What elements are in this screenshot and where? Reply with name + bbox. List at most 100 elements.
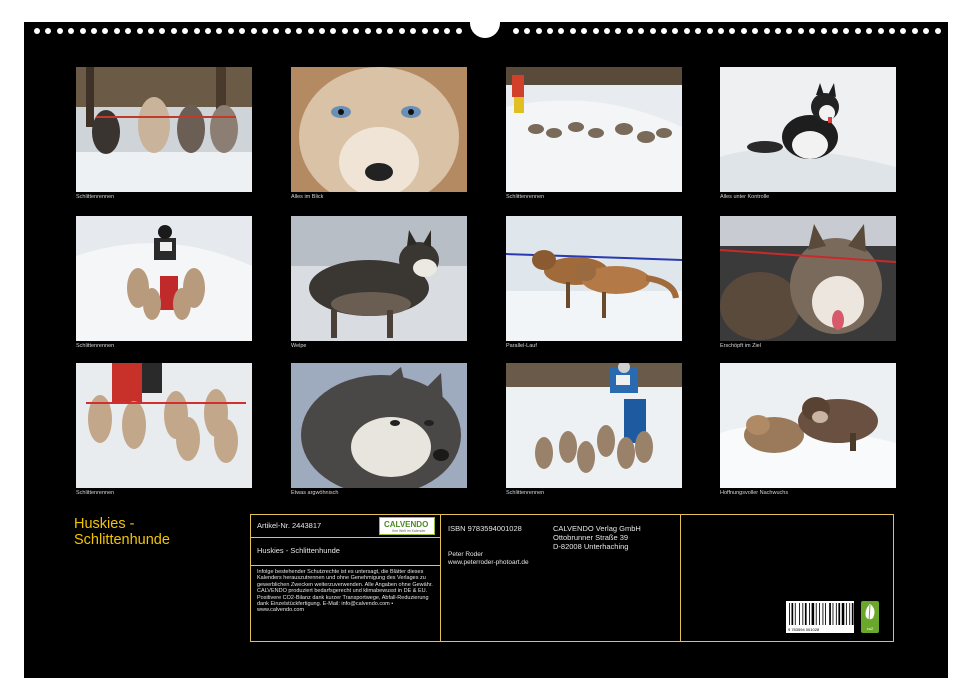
photo-3 bbox=[506, 67, 682, 192]
binding-hole bbox=[843, 28, 850, 34]
barcode-bar bbox=[849, 603, 851, 625]
binding-hole bbox=[535, 28, 542, 34]
photo-caption: Alles unter Kontrolle bbox=[720, 194, 770, 200]
photo-caption: Schlittenrennen bbox=[76, 343, 115, 349]
binding-hole bbox=[170, 28, 177, 34]
barcode-bar bbox=[811, 603, 815, 625]
binding-hole bbox=[227, 28, 234, 34]
calendar-title: Huskies - Schlittenhunde bbox=[74, 516, 170, 548]
photo-11 bbox=[506, 363, 682, 488]
binding-hole bbox=[683, 28, 690, 34]
barcode-number: 9 783594 001028 bbox=[788, 627, 820, 632]
publisher-city: D-82008 Unterhaching bbox=[553, 542, 629, 551]
photo-1 bbox=[76, 67, 252, 192]
barcode-bar bbox=[799, 603, 800, 625]
binding-hole bbox=[56, 28, 63, 34]
binding-hole bbox=[262, 28, 268, 34]
divider bbox=[680, 515, 681, 641]
binding-hole bbox=[672, 28, 679, 34]
binding-hole bbox=[695, 28, 702, 34]
binding-hole bbox=[319, 28, 325, 34]
barcode-bar bbox=[809, 603, 810, 625]
binding-hole bbox=[911, 28, 918, 34]
barcode-bar bbox=[838, 603, 841, 625]
binding-hole bbox=[786, 28, 793, 34]
barcode-bar bbox=[794, 603, 796, 625]
calvendo-logo: CALVENDO Ihre Welt im Kalender bbox=[379, 517, 435, 535]
binding-hole bbox=[649, 28, 656, 34]
binding-hole bbox=[889, 28, 895, 34]
photo-caption: Welpe bbox=[291, 343, 307, 349]
logo-wordmark: CALVENDO bbox=[384, 520, 429, 529]
photo-caption: Hoffnungsvoller Nachwuchs bbox=[720, 490, 789, 496]
binding-hole bbox=[387, 28, 394, 34]
author-website: www.peterroder-photoart.de bbox=[448, 559, 529, 566]
binding-hole bbox=[376, 28, 382, 34]
binding-hole bbox=[638, 28, 645, 34]
binding-hole bbox=[79, 28, 86, 34]
binding-hole bbox=[626, 28, 633, 34]
binding-hole bbox=[136, 28, 143, 34]
barcode-bar bbox=[835, 603, 837, 625]
publisher-street: Ottobrunner Straße 39 bbox=[553, 533, 629, 542]
binding-hole bbox=[455, 28, 462, 34]
binding-hole bbox=[284, 28, 291, 34]
photo-2 bbox=[291, 67, 467, 192]
binding-hole bbox=[296, 28, 303, 34]
binding-hole bbox=[250, 28, 257, 34]
binding-hole bbox=[604, 28, 610, 34]
photo-4 bbox=[720, 67, 896, 192]
barcode-bar bbox=[789, 603, 790, 625]
binding-hole bbox=[592, 28, 599, 34]
article-number: Artikel-Nr. 2443817 bbox=[257, 521, 322, 530]
binding-hole bbox=[444, 28, 451, 34]
photo-caption: Etwas argwöhnisch bbox=[291, 490, 339, 496]
photo-7 bbox=[506, 216, 682, 341]
binding-hole bbox=[341, 28, 348, 34]
photo-caption: Schlittenrennen bbox=[76, 490, 115, 496]
publisher-name: CALVENDO Verlag GmbH bbox=[553, 524, 641, 533]
binding-hole bbox=[866, 28, 873, 34]
binding-hole bbox=[820, 28, 827, 34]
binding-hole bbox=[934, 28, 941, 34]
binding-hole bbox=[809, 28, 816, 34]
divider bbox=[251, 537, 440, 538]
calendar-back-page: Schlittenrennen Alles im Blick Schlitten… bbox=[24, 16, 948, 678]
photo-caption: Schlittenrennen bbox=[506, 194, 545, 200]
binding-hole bbox=[923, 28, 930, 34]
photo-6 bbox=[291, 216, 467, 341]
binding-hole bbox=[193, 28, 200, 34]
author-name: Peter Roder bbox=[448, 551, 484, 558]
binding-hole bbox=[569, 28, 576, 34]
barcode: 9 783594 001028 bbox=[786, 601, 854, 633]
photo-caption: Schlittenrennen bbox=[76, 194, 115, 200]
barcode-bar bbox=[819, 603, 820, 625]
binding-hole bbox=[718, 28, 724, 34]
binding-hole bbox=[615, 28, 622, 34]
imprint-box: Artikel-Nr. 2443817 CALVENDO Ihre Welt i… bbox=[250, 514, 894, 642]
binding-hole bbox=[125, 28, 132, 34]
barcode-bar bbox=[804, 603, 807, 625]
barcode-bar bbox=[791, 603, 794, 625]
binding-hole bbox=[148, 28, 154, 34]
barcode-bar bbox=[815, 603, 817, 625]
binding-hole bbox=[524, 28, 531, 34]
eco-leaf-icon: co2 bbox=[861, 601, 879, 633]
binding-hole bbox=[330, 28, 337, 34]
binding-hole bbox=[763, 28, 770, 34]
photo-caption: Parallel-Lauf bbox=[506, 343, 537, 349]
binding-hole bbox=[216, 28, 223, 34]
product-title: Huskies - Schlittenhunde bbox=[257, 546, 340, 555]
photo-8 bbox=[720, 216, 896, 341]
binding-hole bbox=[581, 28, 588, 34]
spiral-binding bbox=[24, 16, 948, 42]
barcode-bar bbox=[845, 603, 847, 625]
binding-hole bbox=[273, 28, 280, 34]
divider bbox=[251, 565, 440, 566]
binding-hole bbox=[91, 28, 97, 34]
binding-hole bbox=[854, 28, 861, 34]
binding-hole bbox=[900, 28, 907, 34]
binding-hole bbox=[775, 28, 781, 34]
photo-9 bbox=[76, 363, 252, 488]
isbn: ISBN 9783594001028 bbox=[448, 524, 522, 533]
